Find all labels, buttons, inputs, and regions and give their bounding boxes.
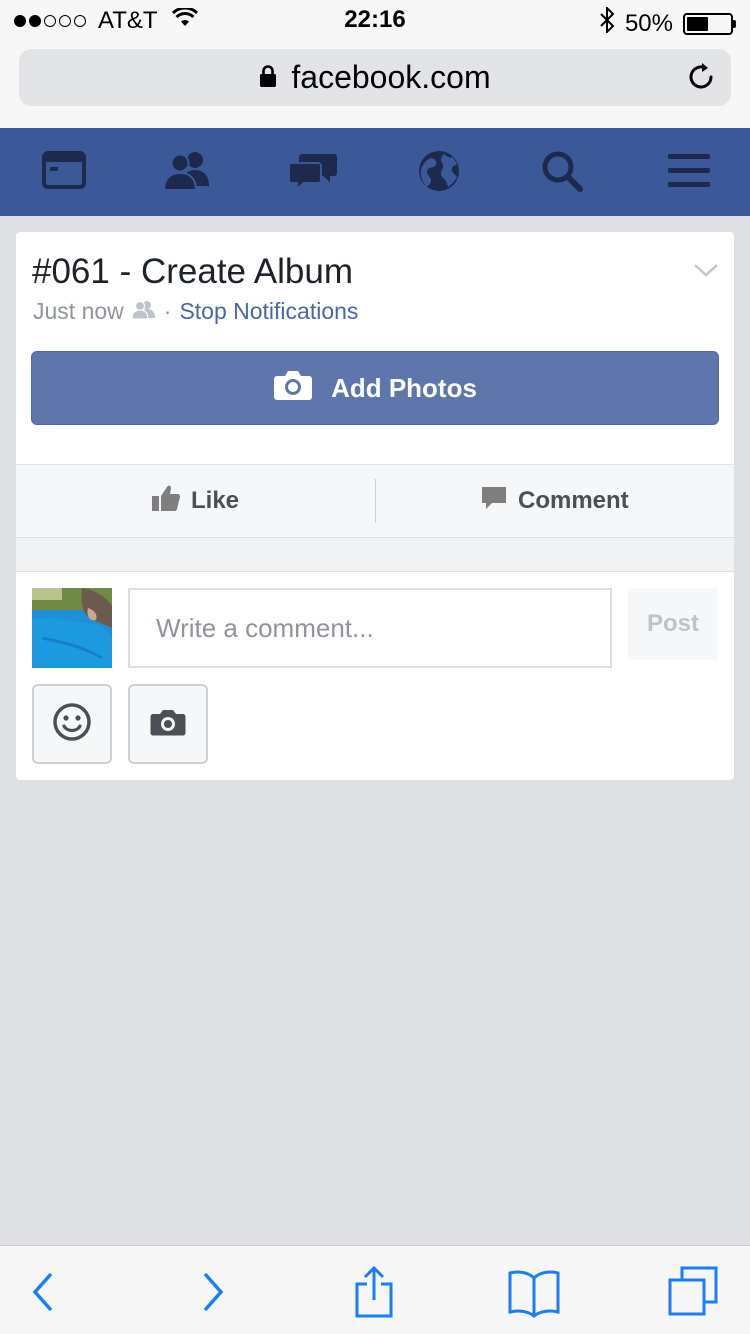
like-label: Like bbox=[191, 487, 240, 514]
add-photos-label: Add Photos bbox=[331, 372, 477, 403]
search-icon[interactable] bbox=[538, 148, 588, 194]
bluetooth-icon bbox=[599, 5, 615, 40]
status-right: 50% bbox=[599, 5, 736, 40]
actions-divider bbox=[375, 479, 376, 523]
menu-icon[interactable] bbox=[664, 148, 714, 194]
forward-icon[interactable] bbox=[186, 1266, 238, 1318]
bookmarks-icon[interactable] bbox=[508, 1266, 560, 1318]
post-actions-bar: Like Comment bbox=[16, 464, 734, 538]
actions-separator-band bbox=[16, 538, 734, 572]
camera-icon bbox=[150, 708, 186, 741]
like-button[interactable]: Like bbox=[151, 465, 239, 537]
comment-label: Comment bbox=[518, 487, 629, 514]
camera-icon bbox=[273, 369, 313, 408]
lock-icon bbox=[259, 59, 277, 96]
news-feed-icon[interactable] bbox=[40, 148, 90, 194]
chevron-down-icon[interactable] bbox=[692, 260, 720, 280]
attach-photo-button[interactable] bbox=[128, 684, 208, 764]
battery-fill bbox=[687, 16, 708, 31]
browser-chrome: facebook.com bbox=[0, 40, 750, 128]
status-bar: AT&T 22:16 50% bbox=[0, 0, 750, 40]
add-photos-button[interactable]: Add Photos bbox=[31, 351, 719, 425]
comment-input[interactable] bbox=[128, 588, 612, 668]
post-title: #061 - Create Album bbox=[32, 252, 354, 291]
reload-icon[interactable] bbox=[685, 61, 717, 93]
meta-separator: · bbox=[163, 298, 172, 324]
avatar[interactable] bbox=[32, 588, 112, 668]
address-bar[interactable]: facebook.com bbox=[19, 49, 731, 106]
post-meta: Just now · Stop Notifications bbox=[33, 298, 358, 325]
back-icon[interactable] bbox=[18, 1266, 70, 1318]
battery-percent: 50% bbox=[624, 9, 673, 37]
share-icon[interactable] bbox=[348, 1265, 400, 1318]
thumbs-up-icon bbox=[151, 484, 181, 519]
post-card: #061 - Create Album Just now · Stop Noti… bbox=[16, 232, 734, 780]
post-timestamp: Just now bbox=[33, 298, 124, 324]
browser-toolbar bbox=[0, 1245, 750, 1334]
notifications-globe-icon[interactable] bbox=[414, 148, 464, 194]
facebook-nav-bar bbox=[0, 128, 750, 216]
emoji-button[interactable] bbox=[32, 684, 112, 764]
url-text: facebook.com bbox=[291, 59, 491, 95]
audience-friends-icon bbox=[131, 298, 156, 325]
messages-icon[interactable] bbox=[288, 148, 338, 194]
post-comment-button[interactable]: Post bbox=[628, 588, 718, 660]
battery-icon bbox=[683, 12, 736, 35]
smiley-icon bbox=[52, 702, 92, 747]
friends-icon[interactable] bbox=[162, 148, 212, 194]
tabs-icon[interactable] bbox=[668, 1266, 720, 1318]
comment-bubble-icon bbox=[480, 485, 508, 518]
stop-notifications-link[interactable]: Stop Notifications bbox=[179, 298, 358, 325]
comment-button[interactable]: Comment bbox=[480, 465, 629, 537]
